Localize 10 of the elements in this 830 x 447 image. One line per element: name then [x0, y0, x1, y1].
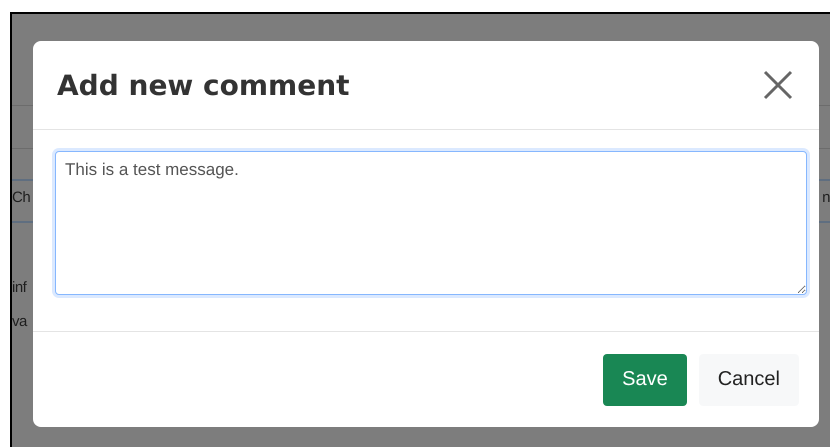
- save-button[interactable]: Save: [603, 354, 687, 406]
- body-text: inf: [12, 278, 26, 298]
- close-button[interactable]: [761, 68, 795, 102]
- body-text: va: [12, 312, 27, 332]
- close-icon: [761, 68, 795, 102]
- tab-label[interactable]: Ch: [12, 181, 30, 215]
- comment-field[interactable]: This is a test message.: [55, 151, 807, 295]
- tab-label[interactable]: n: [822, 181, 830, 215]
- cancel-button[interactable]: Cancel: [698, 354, 799, 406]
- dialog-title: Add new comment: [57, 68, 350, 102]
